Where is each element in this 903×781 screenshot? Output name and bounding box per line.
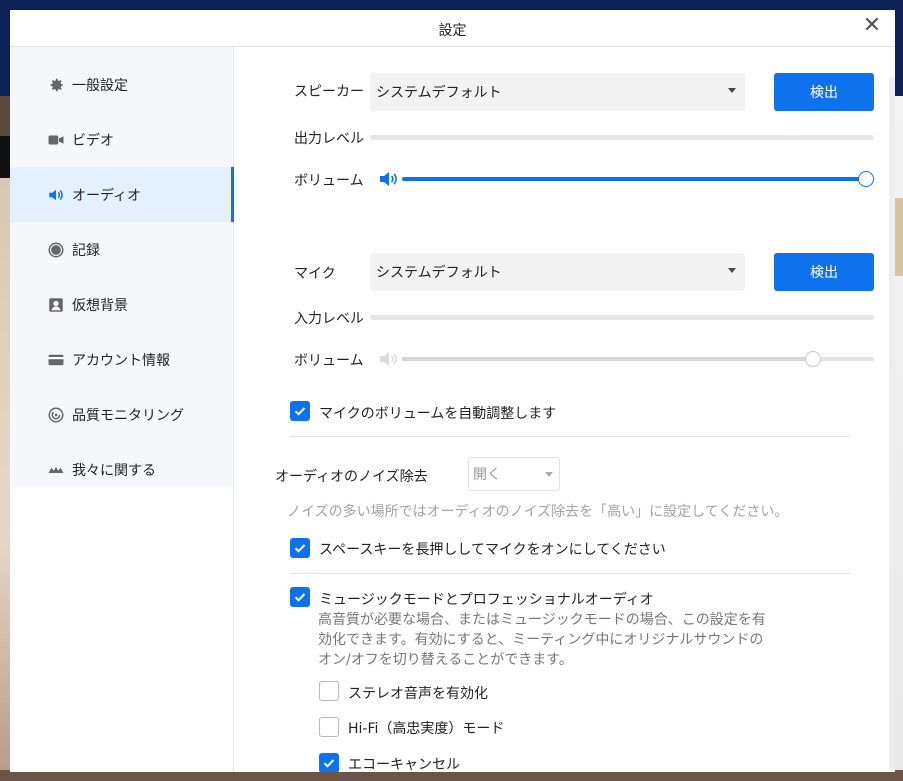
logo-icon <box>47 461 65 479</box>
sidebar-item-label: 品質モニタリング <box>72 407 184 424</box>
sidebar-item-label: ビデオ <box>72 132 114 149</box>
chevron-down-icon <box>728 88 736 93</box>
sidebar-item-label: アカウント情報 <box>72 352 170 369</box>
echo-cancel-checkbox[interactable] <box>319 753 339 772</box>
record-icon <box>47 241 65 259</box>
speaker-label: スピーカー <box>294 84 364 100</box>
divider <box>290 436 850 437</box>
title-bar: 設定 ✕ <box>10 10 895 47</box>
check-icon <box>294 407 306 416</box>
slider-thumb[interactable] <box>805 351 821 367</box>
stereo-label: ステレオ音声を有効化 <box>348 686 488 702</box>
hifi-label: Hi-Fi（高忠実度）モード <box>348 721 505 737</box>
desktop-background-strip <box>895 198 903 276</box>
sidebar-item-label: 記録 <box>72 242 100 259</box>
sidebar-item-recording[interactable]: 記録 <box>10 222 234 277</box>
noise-suppression-label: オーディオのノイズ除去 <box>275 469 428 485</box>
mic-select-value: システムデフォルト <box>376 265 502 281</box>
settings-window: 設定 ✕ 一般設定 ビデオ オーディオ 記録 仮想背景 アカウント情報 品質モニ… <box>10 10 895 772</box>
music-mode-description-line: 効化できます。有効にすると、ミーティング中にオリジナルサウンドの <box>318 632 764 648</box>
card-icon <box>47 351 65 369</box>
sidebar-item-quality-monitoring[interactable]: 品質モニタリング <box>10 387 234 442</box>
chevron-down-icon <box>545 472 553 477</box>
gear-icon <box>47 76 65 94</box>
desktop-background-band <box>0 136 10 178</box>
speaker-detect-button[interactable]: 検出 <box>774 73 874 111</box>
hifi-checkbox[interactable] <box>319 717 339 737</box>
music-mode-description-line: 高音質が必要な場合、またはミュージックモードの場合、この設定を有 <box>318 612 766 628</box>
speaker-volume-label: ボリューム <box>294 173 364 189</box>
music-mode-label: ミュージックモードとプロフェッショナルオーディオ <box>319 592 654 608</box>
sidebar-item-virtual-background[interactable]: 仮想背景 <box>10 277 234 332</box>
slider-thumb[interactable] <box>858 171 874 187</box>
person-portrait-icon <box>47 296 65 314</box>
divider <box>290 573 850 574</box>
sidebar-item-about[interactable]: 我々に関する <box>10 442 234 497</box>
window-title: 設定 <box>438 23 467 39</box>
stereo-checkbox[interactable] <box>319 681 339 701</box>
mic-label: マイク <box>294 266 336 282</box>
noise-suppression-select[interactable]: 開く <box>468 457 560 491</box>
sidebar-item-label: オーディオ <box>72 187 142 204</box>
music-mode-description: 高音質が必要な場合、またはミュージックモードの場合、この設定を有 効化できます。… <box>318 610 818 670</box>
input-level-label: 入力レベル <box>294 311 364 327</box>
space-key-label: スペースキーを長押ししてマイクをオンにしてください <box>319 542 666 558</box>
gauge-icon <box>47 406 65 424</box>
sidebar-item-label: 我々に関する <box>72 462 156 479</box>
slider-fill <box>402 357 813 361</box>
sidebar-item-label: 仮想背景 <box>72 297 128 314</box>
check-icon <box>294 544 306 553</box>
auto-adjust-checkbox[interactable] <box>290 401 310 421</box>
mic-select[interactable]: システムデフォルト <box>370 253 745 291</box>
sidebar-item-label: 一般設定 <box>72 77 128 94</box>
sidebar-item-audio[interactable]: オーディオ <box>10 167 234 222</box>
sidebar: 一般設定 ビデオ オーディオ 記録 仮想背景 アカウント情報 品質モニタリング … <box>10 47 234 487</box>
noise-suppression-hint: ノイズの多い場所ではオーディオのノイズ除去を「高い」に設定してください。 <box>287 504 789 520</box>
output-level-meter <box>370 135 874 140</box>
sidebar-item-general[interactable]: 一般設定 <box>10 57 234 112</box>
mic-volume-label: ボリューム <box>294 353 364 369</box>
sidebar-item-account[interactable]: アカウント情報 <box>10 332 234 387</box>
volume-icon <box>380 172 397 186</box>
close-icon[interactable]: ✕ <box>859 13 885 39</box>
slider-fill <box>402 177 866 181</box>
volume-icon <box>380 352 397 366</box>
space-key-checkbox[interactable] <box>290 538 310 558</box>
speaker-icon <box>47 186 65 204</box>
chevron-down-icon <box>728 268 736 273</box>
music-mode-description-line: オン/オフを切り替えることができます。 <box>318 652 573 668</box>
input-level-meter <box>370 315 874 320</box>
check-icon <box>323 759 335 768</box>
sidebar-item-video[interactable]: ビデオ <box>10 112 234 167</box>
echo-cancel-label: エコーキャンセル <box>348 757 460 772</box>
check-icon <box>294 593 306 602</box>
video-camera-icon <box>47 131 65 149</box>
speaker-select[interactable]: システムデフォルト <box>370 73 745 111</box>
desktop-background-left <box>0 178 10 781</box>
audio-settings-panel: スピーカー システムデフォルト 検出 出力レベル ボリューム マイク システムデ… <box>234 47 895 772</box>
scrollbar[interactable] <box>889 77 895 772</box>
output-level-label: 出力レベル <box>294 131 364 147</box>
noise-suppression-value: 開く <box>473 467 501 483</box>
mic-detect-button[interactable]: 検出 <box>774 253 874 291</box>
speaker-select-value: システムデフォルト <box>376 85 502 101</box>
music-mode-checkbox[interactable] <box>290 587 310 607</box>
auto-adjust-label: マイクのボリュームを自動調整します <box>319 406 557 422</box>
